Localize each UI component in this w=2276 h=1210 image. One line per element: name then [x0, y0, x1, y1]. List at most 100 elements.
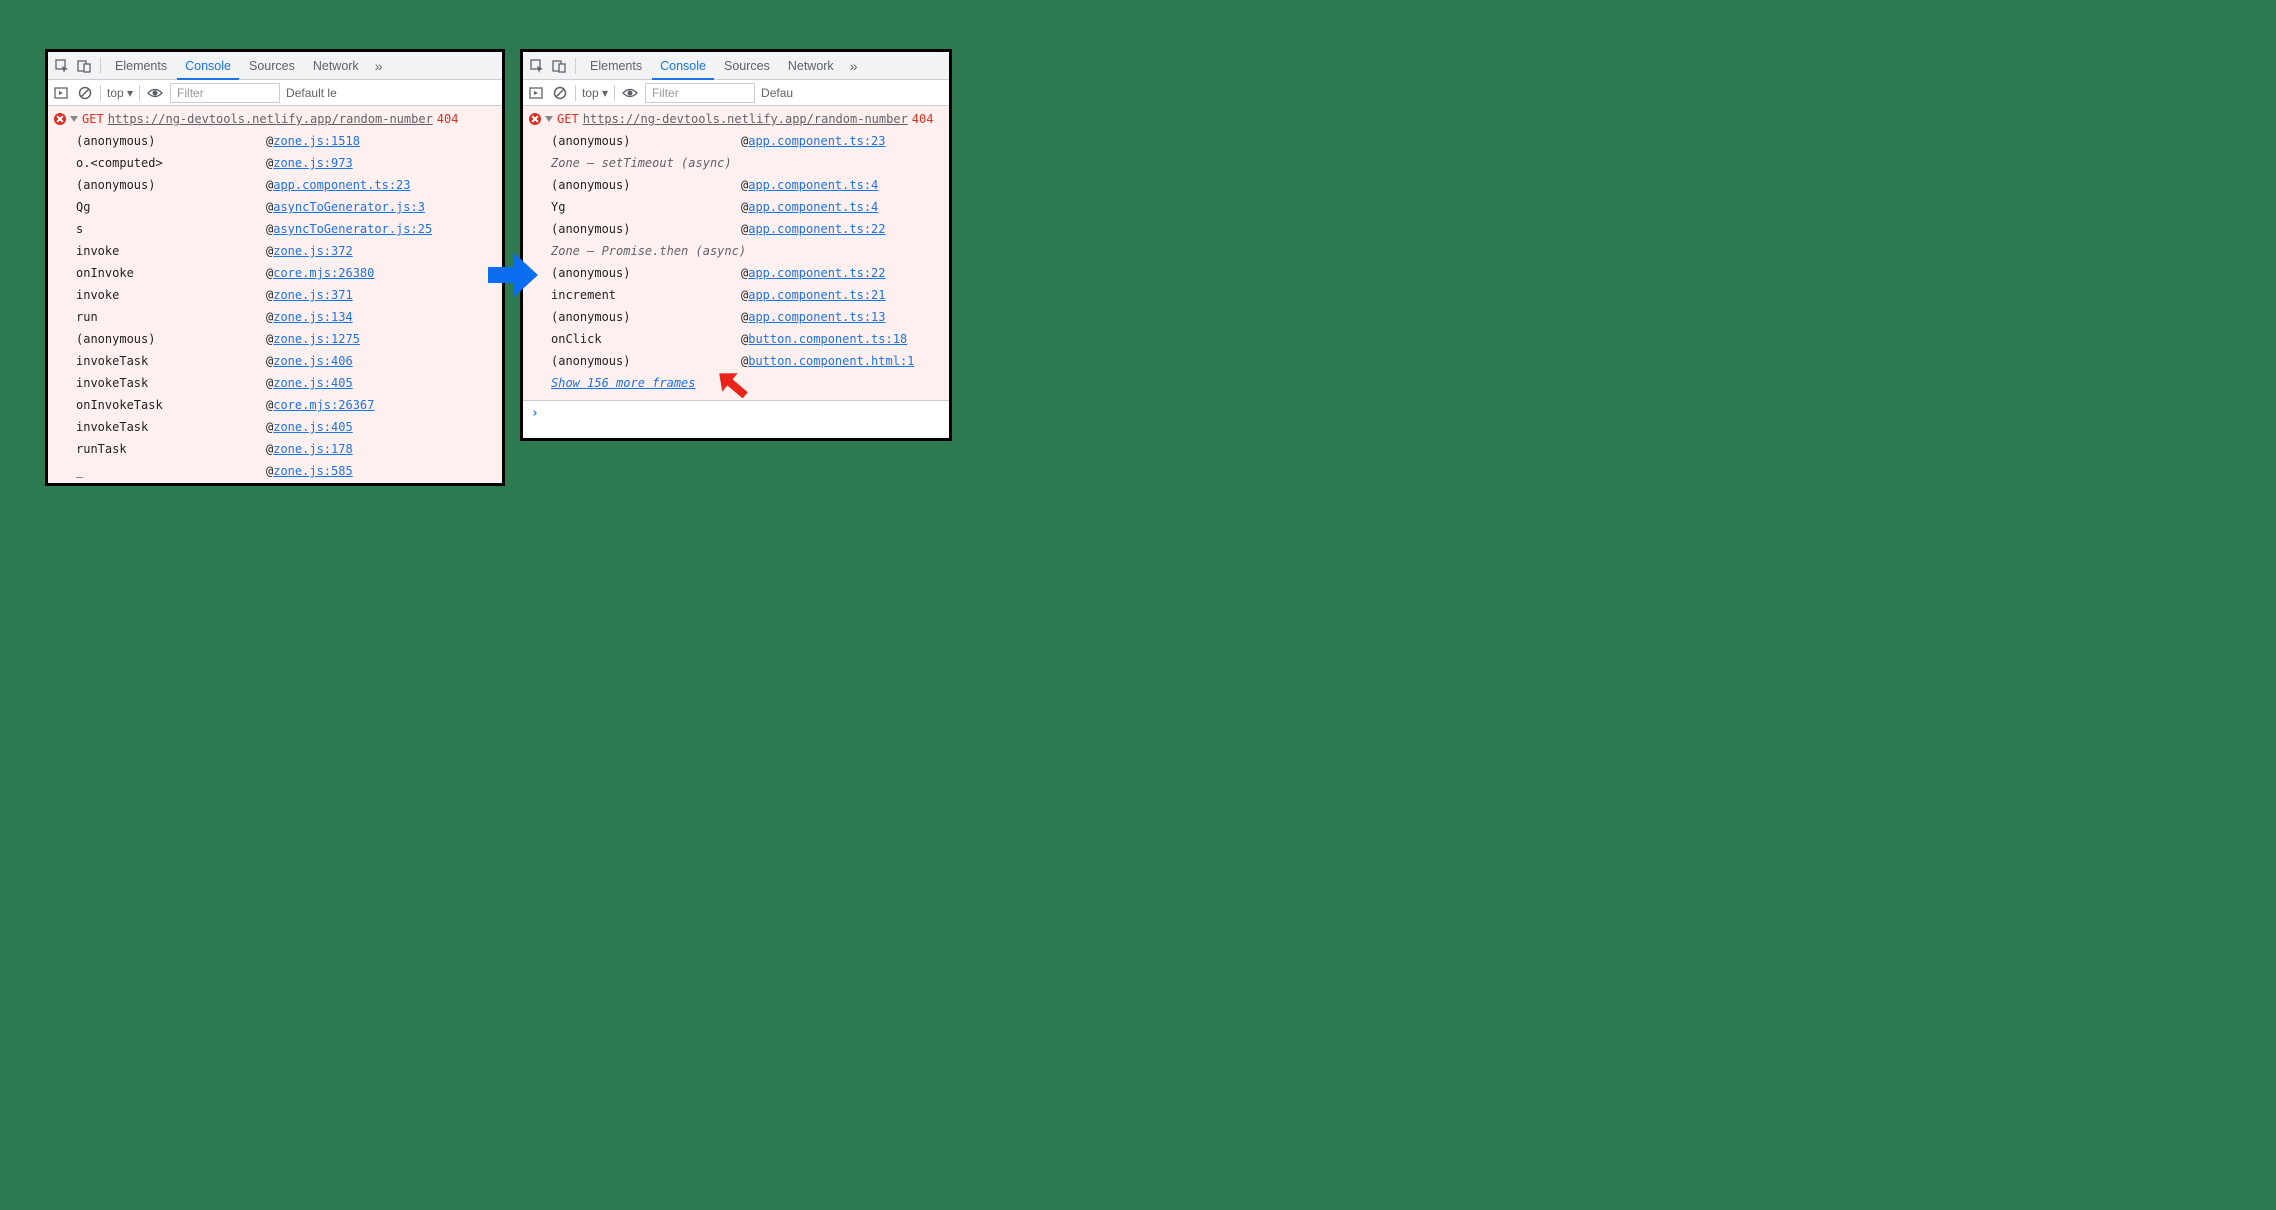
clear-console-icon[interactable] — [551, 84, 569, 102]
frame-location[interactable]: zone.js:178 — [273, 438, 352, 460]
error-url[interactable]: https://ng-devtools.netlify.app/random-n… — [583, 108, 908, 130]
stack-frame: invokeTask@ zone.js:406 — [52, 350, 502, 372]
log-levels[interactable]: Default le — [286, 86, 337, 100]
frame-location[interactable]: zone.js:405 — [273, 372, 352, 394]
at-symbol: @ — [741, 262, 748, 284]
frame-function: invoke — [76, 240, 266, 262]
at-symbol: @ — [266, 372, 273, 394]
at-symbol: @ — [741, 130, 748, 152]
frame-location[interactable]: zone.js:134 — [273, 306, 352, 328]
stack-frame: (anonymous)@ app.component.ts:22 — [527, 262, 949, 284]
async-boundary: Zone – setTimeout (async) — [527, 152, 949, 174]
at-symbol: @ — [266, 262, 273, 284]
status-code: 404 — [912, 108, 934, 130]
stack-frame: (anonymous)@ zone.js:1518 — [52, 130, 502, 152]
frame-location[interactable]: app.component.ts:23 — [273, 174, 410, 196]
device-icon[interactable] — [74, 56, 94, 76]
context-selector[interactable]: top ▾ — [582, 86, 608, 100]
frame-location[interactable]: app.component.ts:4 — [748, 174, 878, 196]
tab-sources[interactable]: Sources — [716, 52, 778, 80]
frame-function: s — [76, 218, 266, 240]
more-tabs-icon[interactable]: » — [369, 56, 389, 76]
frame-location[interactable]: zone.js:1518 — [273, 130, 360, 152]
error-line[interactable]: GET https://ng-devtools.netlify.app/rand… — [52, 108, 502, 130]
frame-location[interactable]: button.component.html:1 — [748, 350, 914, 372]
at-symbol: @ — [266, 350, 273, 372]
stack-frame: invokeTask@ zone.js:405 — [52, 416, 502, 438]
eye-icon[interactable] — [146, 84, 164, 102]
at-symbol: @ — [266, 306, 273, 328]
tab-network[interactable]: Network — [780, 52, 842, 80]
tab-bar: Elements Console Sources Network » — [523, 52, 949, 80]
frame-function: (anonymous) — [76, 174, 266, 196]
inspect-icon[interactable] — [527, 56, 547, 76]
frame-location[interactable]: core.mjs:26367 — [273, 394, 374, 416]
frame-location[interactable]: zone.js:372 — [273, 240, 352, 262]
console-prompt[interactable]: › — [523, 400, 949, 426]
stack-frame: _@ zone.js:585 — [52, 460, 502, 482]
sidebar-toggle-icon[interactable] — [52, 84, 70, 102]
frame-location[interactable]: app.component.ts:13 — [748, 306, 885, 328]
error-icon — [54, 113, 66, 125]
frame-function: _ — [76, 460, 266, 482]
error-icon — [529, 113, 541, 125]
at-symbol: @ — [266, 328, 273, 350]
frame-location[interactable]: zone.js:973 — [273, 152, 352, 174]
at-symbol: @ — [741, 218, 748, 240]
device-icon[interactable] — [549, 56, 569, 76]
inspect-icon[interactable] — [52, 56, 72, 76]
frame-location[interactable]: zone.js:1275 — [273, 328, 360, 350]
frame-location[interactable]: zone.js:371 — [273, 284, 352, 306]
clear-console-icon[interactable] — [76, 84, 94, 102]
frame-location[interactable]: zone.js:405 — [273, 416, 352, 438]
frame-location[interactable]: app.component.ts:22 — [748, 218, 885, 240]
frame-location[interactable]: zone.js:585 — [273, 460, 352, 482]
separator — [139, 85, 140, 101]
async-boundary: Zone – Promise.then (async) — [527, 240, 949, 262]
frame-location[interactable]: app.component.ts:4 — [748, 196, 878, 218]
frame-function: increment — [551, 284, 741, 306]
frame-location[interactable]: zone.js:406 — [273, 350, 352, 372]
frame-location[interactable]: asyncToGenerator.js:25 — [273, 218, 432, 240]
console-log-area: GET https://ng-devtools.netlify.app/rand… — [523, 106, 949, 400]
error-url[interactable]: https://ng-devtools.netlify.app/random-n… — [108, 108, 433, 130]
frame-location[interactable]: app.component.ts:23 — [748, 130, 885, 152]
frame-location[interactable]: app.component.ts:22 — [748, 262, 885, 284]
stack-frame: invokeTask@ zone.js:405 — [52, 372, 502, 394]
http-method: GET — [82, 108, 104, 130]
log-levels[interactable]: Defau — [761, 86, 793, 100]
tab-network[interactable]: Network — [305, 52, 367, 80]
frame-location[interactable]: button.component.ts:18 — [748, 328, 907, 350]
tab-sources[interactable]: Sources — [241, 52, 303, 80]
tab-elements[interactable]: Elements — [107, 52, 175, 80]
stack-frame: onInvoke@ core.mjs:26380 — [52, 262, 502, 284]
tab-elements[interactable]: Elements — [582, 52, 650, 80]
error-line[interactable]: GET https://ng-devtools.netlify.app/rand… — [527, 108, 949, 130]
stack-frame: (anonymous)@ app.component.ts:22 — [527, 218, 949, 240]
separator — [575, 85, 576, 101]
frame-function: Yg — [551, 196, 741, 218]
frame-location[interactable]: app.component.ts:21 — [748, 284, 885, 306]
at-symbol: @ — [266, 460, 273, 482]
more-tabs-icon[interactable]: » — [844, 56, 864, 76]
stack-frame: o.<computed>@ zone.js:973 — [52, 152, 502, 174]
context-selector[interactable]: top ▾ — [107, 86, 133, 100]
stack-frame: run@ zone.js:134 — [52, 306, 502, 328]
stack-frame: Qg@ asyncToGenerator.js:3 — [52, 196, 502, 218]
eye-icon[interactable] — [621, 84, 639, 102]
frame-function: (anonymous) — [551, 350, 741, 372]
frame-location[interactable]: asyncToGenerator.js:3 — [273, 196, 425, 218]
disclosure-triangle-icon[interactable] — [545, 116, 553, 122]
frame-function: (anonymous) — [76, 130, 266, 152]
disclosure-triangle-icon[interactable] — [70, 116, 78, 122]
sidebar-toggle-icon[interactable] — [527, 84, 545, 102]
tab-console[interactable]: Console — [652, 52, 714, 80]
filter-input[interactable]: Filter — [645, 83, 755, 103]
stack-frame: (anonymous)@ app.component.ts:4 — [527, 174, 949, 196]
at-symbol: @ — [741, 306, 748, 328]
frame-location[interactable]: core.mjs:26380 — [273, 262, 374, 284]
filter-input[interactable]: Filter — [170, 83, 280, 103]
at-symbol: @ — [741, 284, 748, 306]
tab-console[interactable]: Console — [177, 52, 239, 80]
status-code: 404 — [437, 108, 459, 130]
